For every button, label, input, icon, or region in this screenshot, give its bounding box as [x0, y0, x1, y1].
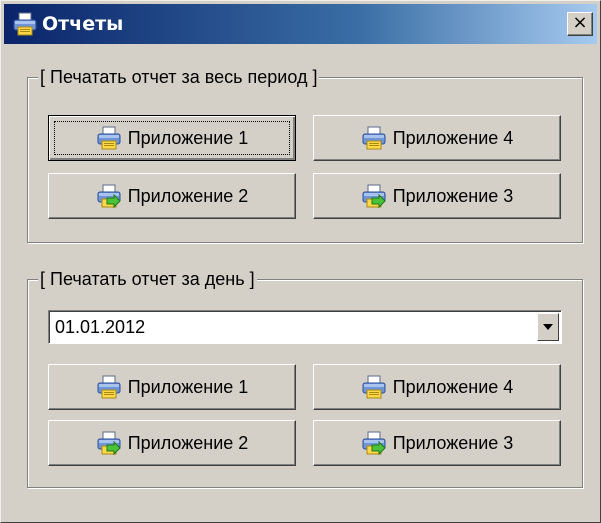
day-appendix-1-button[interactable]: Приложение 1	[48, 364, 296, 410]
day-appendix-3-button[interactable]: Приложение 3	[313, 420, 561, 466]
period-appendix-4-button[interactable]: Приложение 4	[313, 115, 561, 161]
chevron-down-icon	[543, 324, 553, 330]
button-label: Приложение 4	[392, 376, 514, 397]
day-appendix-2-button[interactable]: Приложение 2	[48, 420, 296, 466]
printer-export-icon	[361, 183, 387, 209]
printer-icon	[361, 374, 387, 400]
printer-icon	[361, 125, 387, 151]
button-label: Приложение 2	[127, 432, 249, 453]
printer-export-icon	[361, 430, 387, 456]
period-appendix-1-button[interactable]: Приложение 1	[48, 115, 296, 161]
button-label: Приложение 2	[127, 185, 249, 206]
window-title: Отчеты	[42, 13, 124, 35]
button-label: Приложение 3	[392, 432, 514, 453]
printer-export-icon	[96, 183, 122, 209]
printer-icon	[96, 374, 122, 400]
day-report-group: [ Печатать отчет за день ] 01.01.2012 Пр…	[27, 267, 583, 488]
period-appendix-3-button[interactable]: Приложение 3	[313, 173, 561, 219]
period-report-group: [ Печатать отчет за весь период ] Прилож…	[27, 65, 583, 243]
button-label: Приложение 3	[392, 185, 514, 206]
title-bar[interactable]: Отчеты ×	[4, 4, 597, 44]
period-report-caption: [ Печатать отчет за весь период ]	[38, 65, 320, 89]
printer-icon	[12, 11, 38, 37]
dropdown-button[interactable]	[537, 313, 559, 341]
day-report-caption: [ Печатать отчет за день ]	[38, 267, 257, 291]
close-button[interactable]: ×	[567, 12, 593, 36]
day-appendix-4-button[interactable]: Приложение 4	[313, 364, 561, 410]
printer-export-icon	[96, 430, 122, 456]
close-icon: ×	[572, 12, 588, 33]
date-value: 01.01.2012	[55, 317, 146, 337]
date-combobox[interactable]: 01.01.2012	[48, 310, 562, 344]
focus-rectangle	[54, 121, 290, 155]
reports-window: Отчеты × [ Печатать отчет за весь период…	[0, 0, 601, 523]
button-label: Приложение 1	[127, 376, 249, 397]
button-label: Приложение 4	[392, 127, 514, 148]
period-appendix-2-button[interactable]: Приложение 2	[48, 173, 296, 219]
